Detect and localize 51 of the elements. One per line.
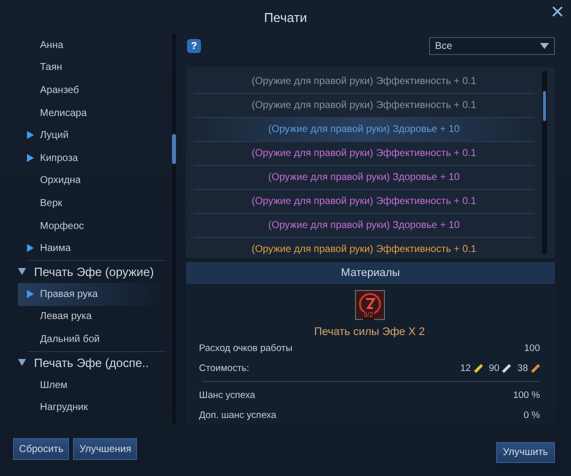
scrollbar[interactable] [542,71,547,254]
tree-item[interactable]: Анна [18,34,166,57]
tree-item[interactable]: Морфеос [18,214,166,238]
window-title: Печати [264,10,308,24]
stat-label: Шанс успеха [199,390,256,400]
stat-value: 100 % [513,390,540,400]
tree-item[interactable]: Мелисара [18,102,166,124]
tree-item[interactable]: Луций [18,124,166,147]
materials-title: Материалы [341,267,400,279]
effect-row[interactable]: (Оружие для правой руки) Эффективность + 0.1 [194,190,534,214]
stat-label: Доп. шанс успеха [199,410,276,420]
tree-item[interactable]: Аранзеб [18,79,166,102]
tree-category[interactable]: Печать Эфе (доспе.. [18,352,166,374]
tree-item[interactable]: Наима [18,237,166,260]
expand-icon [18,359,26,366]
stat-label: Расход очков работы [199,342,292,354]
effect-row[interactable]: (Оружие для правой руки) Эффективность + 0.1 [194,142,534,166]
effect-row[interactable]: (Оружие для правой руки) Здоровье + 10 [194,214,534,238]
expand-icon [18,268,26,276]
tree-item[interactable]: Верк [18,192,166,215]
tree-item[interactable]: Дальний бой [18,328,166,351]
expand-icon [27,154,34,162]
expand-icon [27,290,34,298]
expand-icon [27,244,34,252]
stat-value: 0 % [524,410,540,420]
effect-row[interactable]: (Оружие для правой руки) Эффективность + 0.1 [194,94,534,118]
effect-row[interactable]: (Оружие для правой руки) Здоровье + 10 [194,166,534,190]
stat-value: 100 [524,342,540,354]
cost-amount: 90 [488,362,500,374]
tree-item[interactable]: Кипроза [18,146,166,170]
effect-row[interactable]: (Оружие для правой руки) Эффективность + 0.1 [194,70,534,94]
action-button[interactable]: Сбросить [13,438,70,460]
tree-item[interactable]: Левая рука [18,306,166,328]
cost-amount: 12 [460,362,471,374]
stat-label: Стоимость: [199,362,250,374]
tree-item[interactable]: Нагрудник [18,396,166,419]
tree-item[interactable]: Таян [18,56,166,80]
effect-row[interactable]: (Оружие для правой руки) Эффективность + 0.1 [194,238,534,261]
effect-row[interactable]: (Оружие для правой руки) Здоровье + 10 [194,118,534,142]
item-name: Печать силы Эфе X 2 [313,326,426,338]
tree-category[interactable]: Печать Эфе (оружие) [18,260,166,283]
tree-item[interactable]: Орхидна [18,170,166,192]
cost-amount: 38 [517,362,528,374]
action-button[interactable]: Улучшения [73,438,138,460]
close-icon[interactable] [552,6,563,17]
expand-icon [27,131,34,140]
caret-icon [540,43,549,49]
help-button[interactable]: ? [187,39,201,53]
filter-dropdown[interactable]: Все [429,37,555,55]
upgrade-button[interactable]: Улучшить [496,442,555,463]
tree-item[interactable]: Шлем [18,374,166,396]
